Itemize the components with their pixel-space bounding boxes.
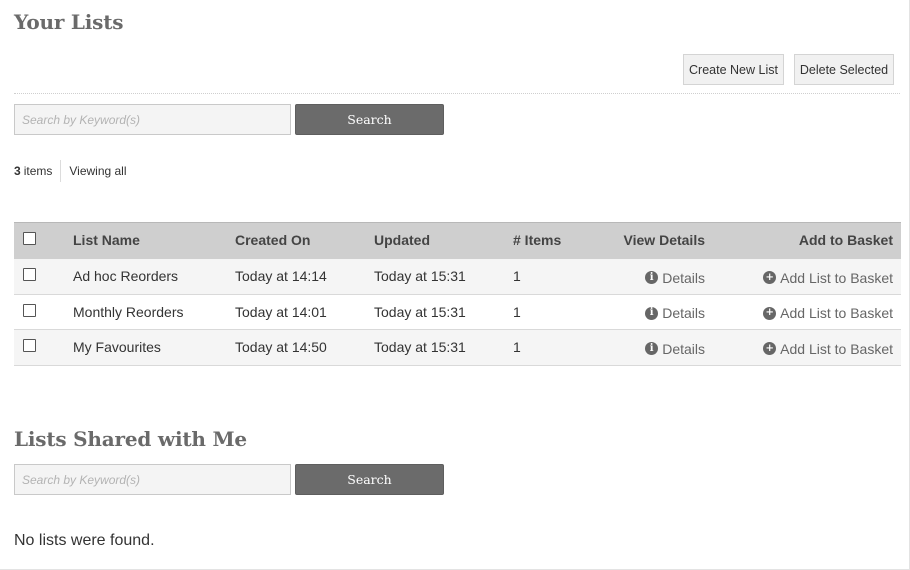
- item-count-number: 3: [14, 164, 21, 178]
- select-all-cell: [14, 223, 73, 259]
- details-link[interactable]: i Details: [645, 305, 705, 321]
- viewing-all-label: Viewing all: [69, 164, 127, 178]
- plus-circle-icon: +: [763, 271, 777, 284]
- details-cell: i Details: [593, 259, 705, 295]
- add-list-to-basket-link[interactable]: + Add List to Basket: [763, 341, 893, 357]
- shared-lists-title: Lists Shared with Me: [14, 427, 247, 451]
- add-to-basket-cell: + Add List to Basket: [705, 294, 901, 330]
- list-name[interactable]: Monthly Reorders: [73, 294, 235, 330]
- updated: Today at 15:31: [374, 339, 466, 356]
- item-count-cell: 1: [513, 339, 521, 356]
- info-circle-icon: i: [645, 271, 659, 284]
- row-checkbox[interactable]: [23, 339, 36, 353]
- add-list-label: Add List to Basket: [780, 340, 893, 357]
- row-select-cell: [14, 330, 73, 366]
- your-lists-search-input[interactable]: [14, 104, 291, 135]
- details-cell: i Details: [593, 330, 705, 366]
- header-updated[interactable]: Updated: [374, 223, 513, 259]
- list-name[interactable]: My Favourites: [73, 330, 235, 366]
- item-count: 3 items Viewing all: [14, 160, 127, 182]
- header-view-details: View Details: [623, 232, 705, 248]
- create-new-list-button[interactable]: Create New List: [683, 54, 784, 85]
- updated: Today at 15:31: [374, 303, 466, 320]
- row-select-cell: [14, 294, 73, 330]
- list-name[interactable]: Ad hoc Reorders: [73, 259, 235, 295]
- row-checkbox[interactable]: [23, 303, 36, 317]
- details-label: Details: [662, 340, 705, 357]
- updated: Today at 15:31: [374, 268, 466, 284]
- shared-lists-search-input[interactable]: [14, 464, 291, 495]
- header-items[interactable]: # Items: [513, 223, 593, 259]
- count-divider: [60, 160, 62, 182]
- created-on: Today at 14:01: [235, 303, 327, 320]
- details-cell: i Details: [593, 294, 705, 330]
- item-count-cell: 1: [513, 268, 521, 284]
- your-lists-title: Your Lists: [14, 10, 124, 34]
- add-list-label: Add List to Basket: [780, 305, 893, 322]
- created-on: Today at 14:14: [235, 268, 327, 284]
- add-to-basket-cell: + Add List to Basket: [705, 330, 901, 366]
- table-row: My Favourites Today at 14:50 Today at 15…: [14, 329, 901, 366]
- details-link[interactable]: i Details: [645, 270, 705, 286]
- created-on: Today at 14:50: [235, 339, 327, 356]
- table-row: Monthly Reorders Today at 14:01 Today at…: [14, 294, 901, 330]
- table-row: Ad hoc Reorders Today at 14:14 Today at …: [14, 258, 901, 295]
- item-count-cell: 1: [513, 303, 521, 320]
- info-circle-icon: i: [645, 306, 659, 320]
- your-lists-search-button[interactable]: Search: [295, 104, 444, 135]
- divider: [14, 93, 900, 94]
- select-all-checkbox[interactable]: [23, 232, 36, 245]
- details-label: Details: [662, 269, 705, 286]
- add-list-to-basket-link[interactable]: + Add List to Basket: [763, 305, 893, 321]
- plus-circle-icon: +: [763, 342, 777, 356]
- delete-selected-button[interactable]: Delete Selected: [794, 54, 894, 85]
- shared-lists-search-button[interactable]: Search: [295, 464, 444, 495]
- row-select-cell: [14, 259, 73, 295]
- header-add-to-basket: Add to Basket: [798, 232, 893, 248]
- add-to-basket-cell: + Add List to Basket: [705, 259, 901, 295]
- add-list-label: Add List to Basket: [780, 269, 893, 286]
- header-list-name[interactable]: List Name: [73, 223, 235, 259]
- info-circle-icon: i: [645, 342, 659, 356]
- no-lists-message: No lists were found.: [14, 532, 155, 549]
- row-checkbox[interactable]: [23, 268, 36, 281]
- your-lists-table: List Name Created On Updated # Items Vie…: [14, 222, 901, 366]
- item-count-unit: items: [23, 164, 53, 178]
- add-list-to-basket-link[interactable]: + Add List to Basket: [763, 270, 893, 286]
- plus-circle-icon: +: [763, 306, 777, 320]
- header-created-on[interactable]: Created On: [235, 223, 374, 259]
- details-label: Details: [662, 305, 705, 322]
- table-header-row: List Name Created On Updated # Items Vie…: [14, 222, 901, 259]
- details-link[interactable]: i Details: [645, 341, 705, 357]
